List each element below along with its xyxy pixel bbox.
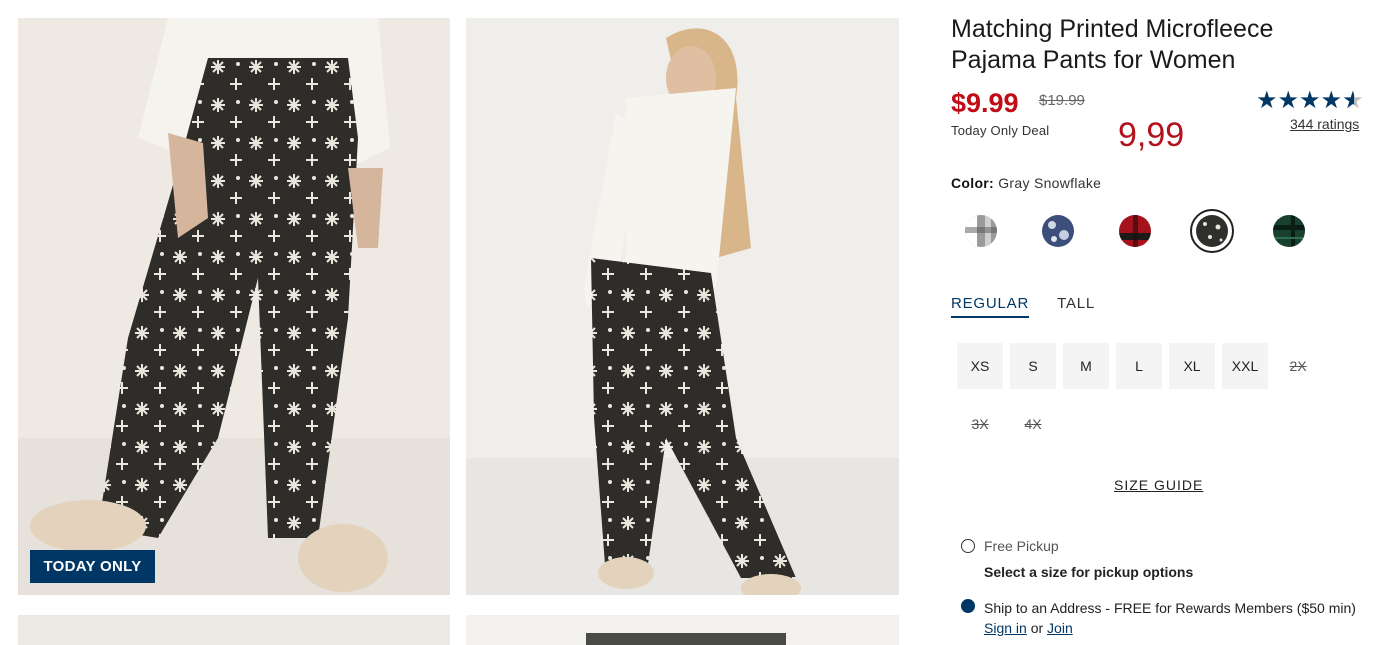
fit-tabs: REGULAR TALL — [951, 295, 1095, 318]
swatch-green-plaid[interactable] — [1273, 215, 1305, 247]
size-button-4x[interactable]: 4X — [1010, 401, 1056, 447]
product-image-4[interactable] — [466, 615, 899, 645]
today-only-badge: TODAY ONLY — [30, 550, 155, 583]
swatch-gray-snowflake[interactable] — [1190, 209, 1234, 253]
pickup-label: Free Pickup — [984, 538, 1059, 554]
ratings-link[interactable]: 344 ratings — [1290, 116, 1359, 132]
red-plaid-swatch-icon — [1119, 215, 1151, 247]
swatch-red-plaid[interactable] — [1119, 215, 1151, 247]
star-icon: ★ — [1256, 87, 1278, 114]
product-photo-4 — [466, 615, 899, 645]
original-price: $19.99 — [1039, 92, 1085, 109]
star-icon: ★ — [1299, 87, 1321, 114]
pajama-back-photo — [466, 18, 899, 595]
sign-in-link[interactable]: Sign in — [984, 620, 1027, 636]
sale-price: $9.99 — [951, 88, 1019, 118]
size-button-xxl[interactable]: XXL — [1222, 343, 1268, 389]
product-image-back[interactable] — [466, 18, 899, 595]
star-icon: ★ — [1277, 87, 1300, 114]
size-button-3x[interactable]: 3X — [957, 401, 1003, 447]
size-button-2x[interactable]: 2X — [1275, 343, 1321, 389]
navy-print-swatch-icon — [1042, 215, 1074, 247]
deal-label: Today Only Deal — [951, 123, 1050, 138]
size-button-s[interactable]: S — [1010, 343, 1056, 389]
tab-regular[interactable]: REGULAR — [951, 295, 1030, 318]
ship-radio[interactable] — [961, 599, 975, 613]
pickup-hint: Select a size for pickup options — [984, 564, 1194, 580]
product-gallery: TODAY ONLY — [0, 0, 920, 645]
swatch-gray-plaid[interactable] — [965, 215, 997, 247]
pickup-radio[interactable] — [961, 539, 975, 553]
color-selection-label: Color: Gray Snowflake — [951, 175, 1102, 191]
product-title: Matching Printed Microfleece Pajama Pant… — [951, 15, 1274, 74]
gray-plaid-swatch-icon — [965, 215, 997, 247]
star-rating[interactable]: ★ ★ ★ ★ ★ — [1256, 88, 1364, 114]
join-link[interactable]: Join — [1047, 620, 1073, 636]
green-plaid-swatch-icon — [1273, 215, 1305, 247]
tab-tall[interactable]: TALL — [1057, 295, 1095, 318]
half-star-icon: ★ — [1342, 87, 1364, 114]
pajama-front-photo — [18, 18, 450, 595]
size-button-xl[interactable]: XL — [1169, 343, 1215, 389]
size-button-m[interactable]: M — [1063, 343, 1109, 389]
product-photo-3 — [18, 615, 450, 645]
product-image-front[interactable] — [18, 18, 450, 595]
size-button-xs[interactable]: XS — [957, 343, 1003, 389]
ship-label: Ship to an Address - FREE for Rewards Me… — [984, 600, 1356, 636]
product-details: Matching Printed Microfleece Pajama Pant… — [951, 0, 1381, 636]
size-guide-link[interactable]: SIZE GUIDE — [1114, 477, 1203, 493]
gray-snowflake-swatch-icon — [1196, 215, 1228, 247]
alt-price-overlay: 9,99 — [1118, 116, 1185, 154]
selected-color-name: Gray Snowflake — [998, 175, 1102, 191]
star-icon: ★ — [1320, 87, 1343, 114]
size-button-l[interactable]: L — [1116, 343, 1162, 389]
product-image-3[interactable] — [18, 615, 450, 645]
swatch-navy-print[interactable] — [1042, 215, 1074, 247]
